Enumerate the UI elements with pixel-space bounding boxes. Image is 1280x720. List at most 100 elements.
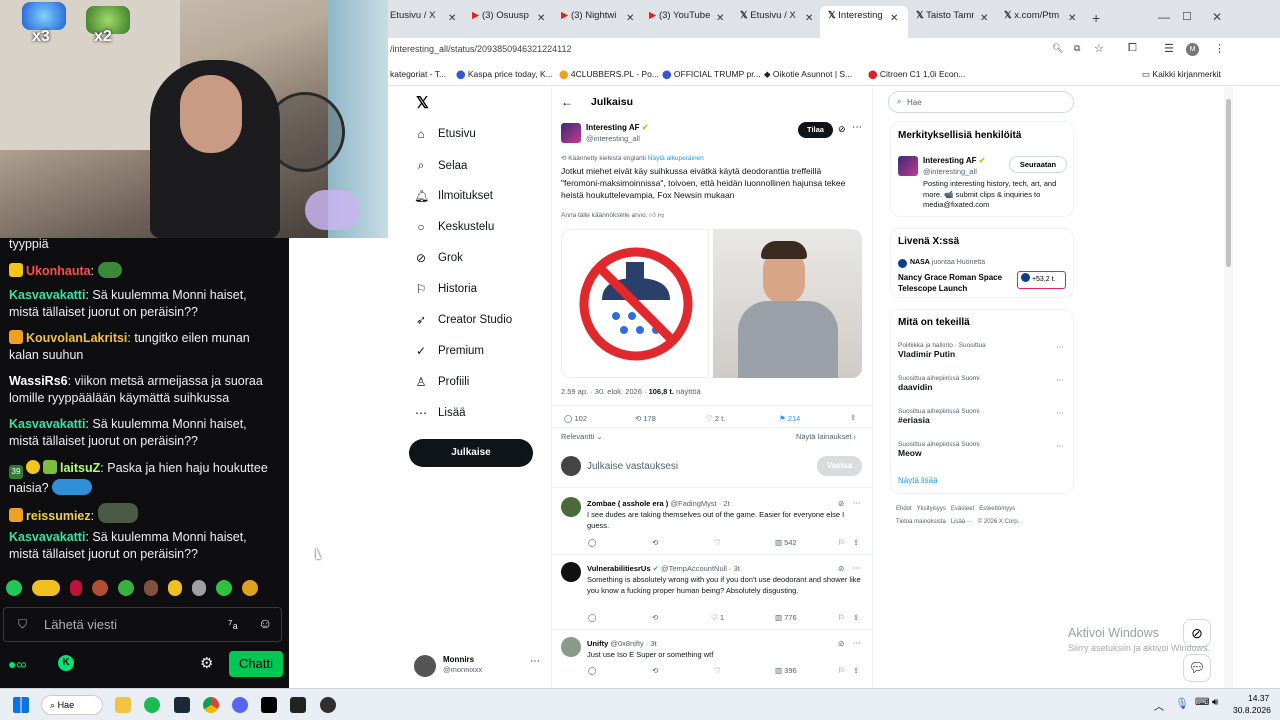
more-icon[interactable]: ⋯ [1056,342,1064,351]
clock-time[interactable]: 14.37 [1248,693,1269,703]
close-icon[interactable]: ✕ [805,13,813,24]
thumbs-down-icon[interactable]: 👎︎ [658,212,665,219]
url-field[interactable]: /interesting_all/status/2093850946321224… [390,44,571,54]
extensions-icon[interactable]: ⧠ [1128,42,1137,55]
windows-start-icon[interactable] [13,697,29,713]
emote-icon[interactable] [168,580,182,596]
new-tab-icon[interactable]: + [1092,10,1100,26]
obs-icon[interactable] [320,697,336,713]
close-icon[interactable]: ✕ [890,13,898,24]
rockstar-icon[interactable] [290,697,306,713]
nav-notifications[interactable]: 🔔︎ Ilmoitukset [414,189,493,203]
taskbar-search[interactable]: ⌕ Hae [41,695,103,715]
menu-icon[interactable]: ⋮ [1214,42,1225,55]
like-icon[interactable]: ♡ [714,666,721,675]
microphone-icon[interactable]: 🎙︎ [1175,697,1189,710]
bookmark-item[interactable]: ⬤ Kaspa price today, K... [456,69,553,80]
scrollbar-thumb[interactable] [1226,99,1231,267]
live-listeners-badge[interactable]: +53,2 t. [1017,271,1066,289]
no-shower-image[interactable] [561,229,709,378]
steam-icon[interactable] [174,697,190,713]
views-count[interactable]: ▥ 776 [775,613,797,622]
grok-icon[interactable]: ⊘ [838,639,844,648]
subscribe-button[interactable]: Tilaa [798,122,833,138]
back-arrow-icon[interactable]: ← [561,95,573,109]
more-icon[interactable]: ⋯ [1056,408,1064,417]
close-icon[interactable]: ✕ [626,13,634,24]
bookmark-item[interactable]: kategoriat - T... [390,69,446,79]
nav-home[interactable]: ⌂ Etusivu [414,127,475,141]
more-icon[interactable]: ⋯ [853,563,861,572]
follow-button[interactable]: Seuraatan [1009,156,1067,173]
nav-premium[interactable]: ✓ Premium [414,344,484,358]
chrome-icon[interactable] [203,697,219,713]
reply[interactable]: Unifty @0x8nifty · 3t Just use Iso E Sup… [551,632,872,682]
bookmark-item[interactable]: ⬤ 4CLUBBERS.PL - Po... [559,69,659,80]
nav-explore[interactable]: ⌕ Selaa [414,158,468,173]
post-button[interactable]: Julkaise [409,439,533,467]
emote-icon[interactable] [192,580,206,596]
reply-count[interactable]: ◯ 102 [564,414,587,423]
grok-icon[interactable]: ⊘ [838,499,844,508]
reply-icon[interactable]: ◯ [588,666,596,675]
maximize-icon[interactable]: ☐ [1182,10,1192,23]
show-original-link[interactable]: Näytä alkuperäinen [648,155,704,162]
avatar[interactable] [561,123,581,143]
like-count[interactable]: ♡ 2 t. [706,414,725,423]
thumbs-up-icon[interactable]: 👍︎ [649,212,656,219]
search-input[interactable]: ⌕ Hae [888,91,1074,113]
bookmark-icon[interactable]: ⚐ [838,538,845,547]
emote-icon[interactable] [70,580,82,596]
close-icon[interactable]: ✕ [1068,13,1076,24]
bookmark-icon[interactable]: ⚐ [838,613,845,622]
like-icon[interactable]: ♡ [714,538,721,547]
file-explorer-icon[interactable] [115,697,131,713]
more-icon[interactable]: ⋯ [1056,375,1064,384]
bookmark-item[interactable]: ⬤ Citroen C1 1,0i Econ... [868,69,965,80]
man-smelling-armpit-image[interactable] [713,229,862,378]
post-author[interactable]: Interesting AF ✔ [586,123,648,132]
bookmark-folder[interactable]: ▭ Kaikki kirjanmerkit [1142,69,1221,80]
network-icon[interactable]: ⌨ [1195,697,1209,708]
bookmark-icon[interactable]: ⚐ [838,666,845,675]
live-event-title[interactable]: Nancy Grace Roman Space Telescope Launch [898,272,1013,294]
nav-more[interactable]: ⋯ Lisää [414,406,466,420]
avatar[interactable] [898,156,918,176]
more-icon[interactable]: ⋯ [530,656,540,667]
more-icon[interactable]: ⋯ [852,122,862,133]
show-more-link[interactable]: Näytä lisää [898,476,938,485]
share-icon[interactable]: ⇪ [850,413,856,422]
spotify-icon[interactable] [144,697,160,713]
install-icon[interactable]: ⧉ [1074,43,1080,54]
tab[interactable]: 𝕏 Taisto Tamm [916,10,974,30]
bookmark-item[interactable]: ⬤ OFFICIAL TRUMP pr... [662,69,761,80]
emote-icon[interactable] [216,580,232,596]
nav-creator-studio[interactable]: ➶ Creator Studio [414,313,512,327]
share-icon[interactable]: ⇪ [853,666,859,675]
chat-input[interactable]: ⛉ Lähetä viesti ⁷ₐ ☺ [3,607,282,642]
bookmark-count[interactable]: ⚑ 214 [779,414,800,423]
zoom-icon[interactable]: 🔍︎ [1052,43,1063,54]
trend-item[interactable]: Suosittua aihepiirissä Suomi #eriasia ⋯ [898,408,1068,425]
repost-icon[interactable]: ⟲ [652,666,658,675]
close-icon[interactable]: ✕ [448,13,456,24]
repost-icon[interactable]: ⟲ [652,538,658,547]
emote-icon[interactable] [92,580,108,596]
messages-floating-button[interactable]: 💬︎ [1183,654,1211,682]
avatar[interactable]: M [1186,43,1199,56]
trend-item[interactable]: Politiikka ja hallinto · Suosittua Vladi… [898,342,1068,359]
repost-icon[interactable]: ⟲ [652,613,658,622]
repost-count[interactable]: ⟲ 178 [635,414,656,423]
scrollbar[interactable] [1224,87,1233,688]
tray-chevron-icon[interactable]: ︿ [1154,698,1164,713]
translate-icon[interactable]: ⁷ₐ [228,616,238,631]
nav-profile[interactable]: ♙ Profiili [414,375,470,389]
more-icon[interactable]: ⋯ [853,498,861,507]
grok-icon[interactable]: ⊘ [838,124,846,135]
emote-icon[interactable] [144,580,158,596]
tab[interactable]: 𝕏 x.com/Ptm [1004,10,1068,30]
tab[interactable]: 𝕏 Etusivu / X [740,10,810,30]
emoji-icon[interactable]: ☺ [258,615,272,631]
like-count[interactable]: ♡ 1 [711,613,724,622]
bookmark-item[interactable]: ◆ Oikotie Asunnot | S... [764,69,852,80]
